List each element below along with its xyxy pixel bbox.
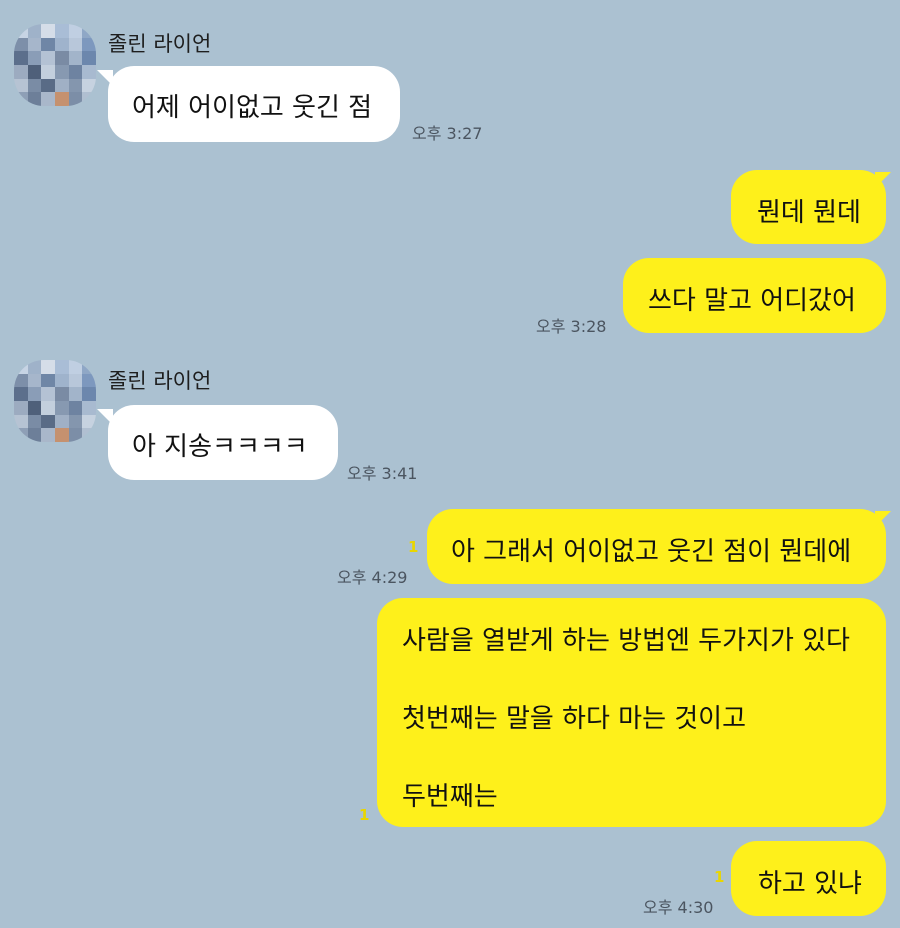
message-text: 어제 어이없고 웃긴 점 [132, 93, 373, 123]
message-text-line: 첫번째는 말을 하다 마는 것이고 [402, 704, 747, 734]
incoming-message-bubble[interactable]: 아 지송ㅋㅋㅋㅋ [108, 405, 338, 480]
sender-avatar[interactable] [14, 360, 96, 442]
outgoing-message-bubble[interactable]: 사람을 열받게 하는 방법엔 두가지가 있다 첫번째는 말을 하다 마는 것이고… [377, 598, 886, 827]
message-text-line: 두번째는 [402, 782, 498, 812]
message-text-line: 사람을 열받게 하는 방법엔 두가지가 있다 [402, 626, 850, 656]
outgoing-message-bubble[interactable]: 쓰다 말고 어디갔어 [623, 258, 886, 333]
bubble-tail [875, 172, 891, 188]
message-text: 하고 있냐 [758, 869, 862, 899]
sender-name: 졸린 라이언 [108, 32, 212, 56]
outgoing-message-bubble[interactable]: 하고 있냐 [731, 841, 886, 916]
chat-room: 졸린 라이언 어제 어이없고 웃긴 점 오후 3:27 뭔데 뭔데 쓰다 말고 … [0, 0, 900, 928]
message-time: 오후 4:29 [337, 568, 408, 587]
outgoing-message-bubble[interactable]: 아 그래서 어이없고 웃긴 점이 뭔데에 [427, 509, 886, 584]
bubble-tail [875, 511, 891, 527]
message-time: 오후 4:30 [643, 898, 714, 917]
message-text: 아 그래서 어이없고 웃긴 점이 뭔데에 [451, 537, 852, 567]
message-time: 오후 3:41 [347, 464, 418, 483]
message-time: 오후 3:27 [412, 124, 483, 143]
message-time: 오후 3:28 [536, 317, 607, 336]
sender-avatar[interactable] [14, 24, 96, 106]
message-text: 아 지송ㅋㅋㅋㅋ [132, 432, 308, 462]
incoming-message-bubble[interactable]: 어제 어이없고 웃긴 점 [108, 66, 400, 142]
sender-name: 졸린 라이언 [108, 369, 212, 393]
unread-count: 1 [408, 538, 419, 556]
message-text: 쓰다 말고 어디갔어 [648, 286, 856, 316]
unread-count: 1 [359, 806, 370, 824]
message-text: 뭔데 뭔데 [757, 198, 861, 228]
outgoing-message-bubble[interactable]: 뭔데 뭔데 [731, 170, 886, 244]
unread-count: 1 [714, 868, 725, 886]
